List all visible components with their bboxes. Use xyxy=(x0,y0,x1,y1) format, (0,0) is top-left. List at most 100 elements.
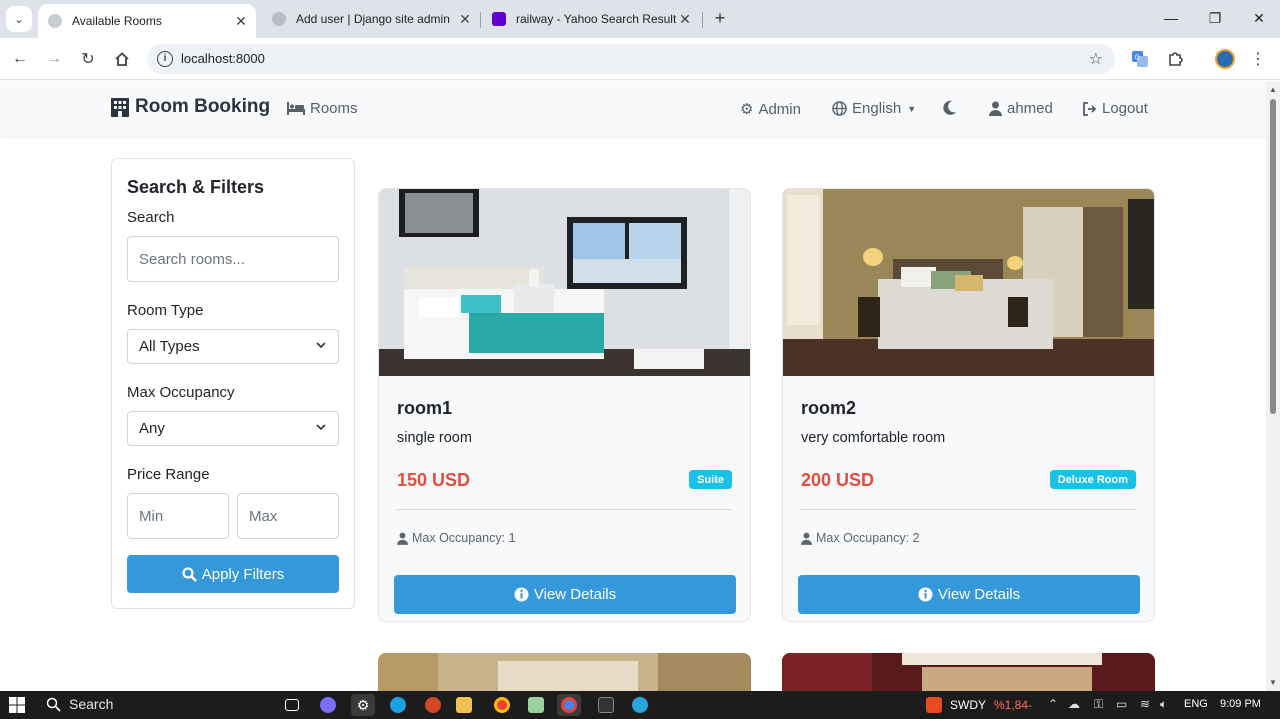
room-card: room1 single room 150 USD Suite Max Occu… xyxy=(378,188,751,622)
stock-change: %1,84- xyxy=(994,698,1033,712)
restore-icon[interactable]: ❐ xyxy=(1200,6,1230,30)
close-icon[interactable]: ✕ xyxy=(456,11,474,28)
gear-icon: ⚙ xyxy=(740,101,754,118)
price-range-label: Price Range xyxy=(127,466,210,483)
room-price: 150 USD xyxy=(397,470,471,490)
minimize-icon[interactable]: — xyxy=(1156,6,1186,30)
search-icon xyxy=(182,566,197,582)
chevron-up-icon[interactable]: ⌃ xyxy=(1048,697,1058,711)
home-icon[interactable] xyxy=(110,47,134,71)
copilot-icon[interactable] xyxy=(316,694,340,716)
room-type-label: Room Type xyxy=(127,302,204,319)
search-input[interactable]: Search rooms... xyxy=(127,236,339,282)
taskbar-search[interactable]: Search xyxy=(46,696,113,712)
nav-user[interactable]: ahmed xyxy=(989,100,1053,117)
extensions-icon[interactable] xyxy=(1163,47,1187,71)
tab-yahoo-search[interactable]: railway - Yahoo Search Results ✕ xyxy=(482,0,700,38)
tab-separator xyxy=(702,12,703,28)
telegram-icon[interactable] xyxy=(628,694,652,716)
max-occupancy-select[interactable]: Any xyxy=(127,411,339,446)
tab-django-admin[interactable]: Add user | Django site admin ✕ xyxy=(262,0,480,38)
brand-link[interactable]: Room Booking xyxy=(110,96,270,118)
caret-down-icon: ▼ xyxy=(907,103,917,114)
language-dropdown[interactable]: English ▼ xyxy=(832,100,916,117)
clock[interactable]: 9:09 PM xyxy=(1220,698,1261,710)
edge-icon[interactable] xyxy=(386,694,410,716)
user-icon xyxy=(989,101,1002,116)
url-text[interactable]: localhost:8000 xyxy=(181,51,265,66)
vpn-icon[interactable]: ⚿ xyxy=(1094,697,1103,712)
window-close-icon[interactable]: ✕ xyxy=(1244,6,1274,30)
logout-icon xyxy=(1082,101,1097,116)
dark-mode-toggle[interactable] xyxy=(943,100,962,115)
tab-available-rooms[interactable]: Available Rooms ✕ xyxy=(38,4,256,38)
input-language[interactable]: ENG xyxy=(1184,698,1208,710)
scroll-down-icon[interactable]: ▼ xyxy=(1269,678,1277,687)
room-type-badge: Suite xyxy=(689,470,732,489)
info-circle-icon xyxy=(918,587,933,602)
page-scrollbar[interactable]: ▲ ▼ xyxy=(1266,81,1280,691)
file-explorer-icon[interactable] xyxy=(452,694,476,716)
new-tab-button[interactable]: + xyxy=(710,8,730,28)
bookmark-star-icon[interactable]: ☆ xyxy=(1089,49,1103,69)
profile-avatar[interactable] xyxy=(1213,47,1237,71)
more-menu-icon[interactable]: ⋮ xyxy=(1246,47,1270,71)
filters-panel: Search & Filters Search Search rooms... … xyxy=(111,158,355,609)
view-details-button[interactable]: View Details xyxy=(798,575,1140,614)
chrome-icon[interactable] xyxy=(490,694,514,716)
site-info-icon[interactable]: i xyxy=(157,51,173,67)
search-icon xyxy=(46,697,61,712)
room-description: single room xyxy=(397,430,472,446)
browser-tab-bar: ⌄ Available Rooms ✕ Add user | Django si… xyxy=(0,0,1280,38)
nav-logout[interactable]: Logout xyxy=(1082,100,1148,117)
min-price-input[interactable]: Min xyxy=(127,493,229,539)
cloud-icon[interactable]: ☁ xyxy=(1068,697,1080,711)
room-type-select[interactable]: All Types xyxy=(127,329,339,364)
close-icon[interactable]: ✕ xyxy=(676,11,694,28)
room-photo xyxy=(783,189,1154,376)
room-card: room2 very comfortable room 200 USD Delu… xyxy=(782,188,1155,622)
battery-icon[interactable]: ▭ xyxy=(1116,697,1127,711)
windows-start-icon[interactable] xyxy=(9,697,25,713)
back-icon[interactable]: ← xyxy=(8,47,32,71)
divider xyxy=(801,509,1136,510)
room-occupancy: Max Occupancy: 1 xyxy=(397,531,516,545)
view-details-button[interactable]: View Details xyxy=(394,575,736,614)
room-photo xyxy=(378,653,751,693)
scrollbar-thumb[interactable] xyxy=(1270,99,1276,414)
globe-icon xyxy=(832,101,847,116)
settings-icon[interactable]: ⚙ xyxy=(351,694,375,716)
room-photo xyxy=(379,189,750,376)
apply-filters-button[interactable]: Apply Filters xyxy=(127,555,339,593)
wifi-icon[interactable]: ≋ xyxy=(1140,697,1150,711)
powerpoint-icon[interactable] xyxy=(421,694,445,716)
yahoo-icon xyxy=(492,12,506,26)
moon-icon xyxy=(943,100,957,115)
stock-ticker[interactable]: SWDY xyxy=(950,698,986,712)
tab-separator xyxy=(480,12,481,28)
scroll-up-icon[interactable]: ▲ xyxy=(1269,85,1277,94)
chevron-down-icon xyxy=(316,342,326,349)
forward-icon[interactable]: → xyxy=(42,47,66,71)
browser-toolbar: ← → ↻ i localhost:8000 ☆ G ⋮ xyxy=(0,38,1280,80)
windows-taskbar: Search ⚙ SWDY %1,84- ⌃ ☁ ⚿ ▭ ≋ 🔈︎ ENG 9:… xyxy=(0,691,1280,719)
task-view-icon[interactable] xyxy=(280,694,304,716)
reload-icon[interactable]: ↻ xyxy=(76,47,100,71)
nav-rooms[interactable]: Rooms xyxy=(287,100,358,117)
chrome-active-icon[interactable] xyxy=(557,694,581,716)
globe-icon xyxy=(48,14,62,28)
notepad-icon[interactable] xyxy=(524,694,548,716)
room-description: very comfortable room xyxy=(801,430,946,446)
volume-icon[interactable]: 🔈︎ xyxy=(1160,697,1167,712)
address-bar[interactable]: i localhost:8000 ☆ xyxy=(147,44,1115,74)
nav-admin[interactable]: ⚙ Admin xyxy=(740,100,801,119)
user-icon xyxy=(801,532,812,545)
terminal-icon[interactable] xyxy=(594,694,618,716)
stock-widget-icon[interactable] xyxy=(922,694,946,716)
max-price-input[interactable]: Max xyxy=(237,493,339,539)
translate-icon[interactable]: G xyxy=(1128,47,1152,71)
room-name: room2 xyxy=(801,398,857,418)
max-occupancy-label: Max Occupancy xyxy=(127,384,235,401)
close-icon[interactable]: ✕ xyxy=(232,13,250,30)
tab-search-button[interactable]: ⌄ xyxy=(6,6,32,32)
